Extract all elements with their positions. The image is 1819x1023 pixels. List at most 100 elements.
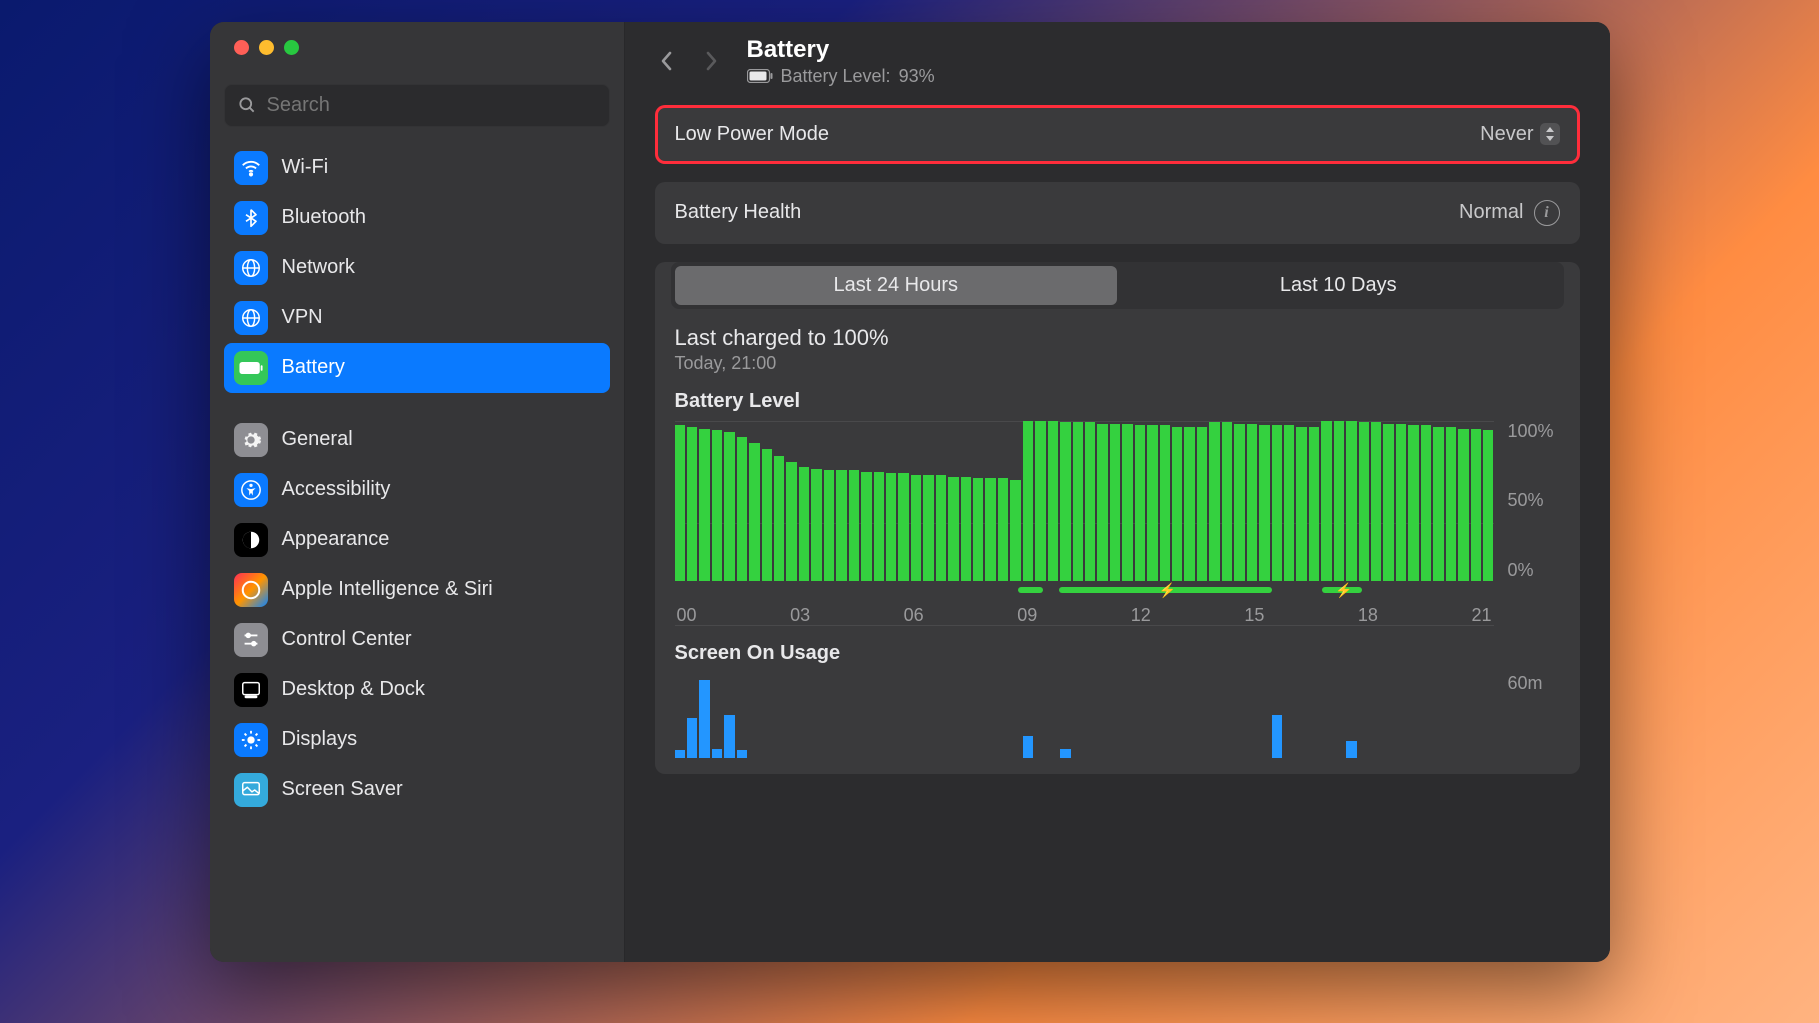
battery-bar xyxy=(1383,424,1393,581)
battery-bar xyxy=(1371,422,1381,580)
battery-bar xyxy=(1446,427,1456,581)
battery-bar xyxy=(936,475,946,581)
sidebar-item-appearance[interactable]: Appearance xyxy=(224,515,610,565)
screen-on-usage-chart: Screen On Usage 60m xyxy=(655,642,1580,774)
battery-bar xyxy=(1421,425,1431,580)
back-button[interactable] xyxy=(653,47,681,75)
sidebar: Wi-Fi Bluetooth NetworkVPN Battery General Ac… xyxy=(210,22,625,962)
minimize-button[interactable] xyxy=(259,40,274,55)
battery-bar xyxy=(1259,425,1269,580)
low-power-mode-panel: Low Power Mode Never xyxy=(655,105,1580,164)
sidebar-item-wi-fi[interactable]: Wi-Fi xyxy=(224,143,610,193)
siri-icon xyxy=(234,573,268,607)
popup-chevron-icon xyxy=(1540,123,1560,145)
battery-bar xyxy=(1010,480,1020,581)
sidebar-item-label: Screen Saver xyxy=(282,778,403,801)
low-power-mode-popup[interactable]: Never xyxy=(1480,123,1559,146)
accessibility-icon xyxy=(234,473,268,507)
battery-bar xyxy=(1110,424,1120,581)
last-charged-line: Last charged to 100% xyxy=(655,309,1580,353)
bluetooth-icon xyxy=(234,201,268,235)
bolt-icon: ⚡ xyxy=(1159,582,1173,599)
segment-last-10-days[interactable]: Last 10 Days xyxy=(1117,266,1560,305)
battery-bar xyxy=(1122,424,1132,581)
battery-bar xyxy=(1408,425,1418,580)
forward-button[interactable] xyxy=(697,47,725,75)
battery-icon xyxy=(234,351,268,385)
battery-bar xyxy=(1035,421,1045,581)
sidebar-item-desktop-dock[interactable]: Desktop & Dock xyxy=(224,665,610,715)
usage-bar xyxy=(675,750,685,757)
dock-icon xyxy=(234,673,268,707)
time-range-segmented: Last 24 Hours Last 10 Days xyxy=(671,262,1564,309)
sidebar-item-label: Apple Intelligence & Siri xyxy=(282,578,493,601)
sidebar-item-label: Bluetooth xyxy=(282,206,367,229)
sidebar-item-battery[interactable]: Battery xyxy=(224,343,610,393)
battery-health-row[interactable]: Battery Health Normal i xyxy=(655,182,1580,244)
battery-bar xyxy=(1284,425,1294,580)
battery-level-bars xyxy=(675,421,1494,581)
screen-on-yaxis: 60m xyxy=(1508,673,1560,758)
battery-bar xyxy=(961,477,971,581)
sidebar-item-label: Battery xyxy=(282,356,345,379)
sidebar-item-bluetooth[interactable]: Bluetooth xyxy=(224,193,610,243)
usage-bar xyxy=(712,749,722,758)
battery-bar xyxy=(1184,427,1194,581)
battery-bar xyxy=(1060,422,1070,580)
battery-bar xyxy=(849,470,859,580)
sidebar-item-network[interactable]: Network xyxy=(224,243,610,293)
battery-bar xyxy=(724,432,734,581)
sidebar-item-label: Displays xyxy=(282,728,358,751)
sidebar-item-displays[interactable]: Displays xyxy=(224,715,610,765)
globe-icon xyxy=(234,251,268,285)
sidebar-item-vpn[interactable]: VPN xyxy=(224,293,610,343)
controlcenter-icon xyxy=(234,623,268,657)
battery-health-panel: Battery Health Normal i xyxy=(655,182,1580,244)
sidebar-item-label: Accessibility xyxy=(282,478,391,501)
battery-bar xyxy=(1085,422,1095,580)
battery-bar xyxy=(1272,425,1282,580)
sidebar-item-accessibility[interactable]: Accessibility xyxy=(224,465,610,515)
battery-bar xyxy=(1396,424,1406,581)
usage-bar xyxy=(737,750,747,757)
battery-bar xyxy=(1247,424,1257,581)
battery-bar xyxy=(712,430,722,580)
close-button[interactable] xyxy=(234,40,249,55)
battery-bar xyxy=(687,427,697,581)
battery-bar xyxy=(1483,430,1493,580)
ytick: 50% xyxy=(1508,490,1560,511)
battery-bar xyxy=(811,469,821,581)
window-controls xyxy=(210,22,624,66)
battery-bar xyxy=(1160,425,1170,580)
sidebar-item-label: Appearance xyxy=(282,528,390,551)
battery-bar xyxy=(1321,421,1331,581)
chart-title-screen-on: Screen On Usage xyxy=(675,642,1560,665)
sidebar-item-apple-intelligence-siri[interactable]: Apple Intelligence & Siri xyxy=(224,565,610,615)
search-input[interactable] xyxy=(267,94,597,117)
vpn-icon xyxy=(234,301,268,335)
info-icon[interactable]: i xyxy=(1534,200,1560,226)
sidebar-item-screen-saver[interactable]: Screen Saver xyxy=(224,765,610,815)
sidebar-item-control-center[interactable]: Control Center xyxy=(224,615,610,665)
battery-bar xyxy=(998,478,1008,580)
sidebar-item-label: Desktop & Dock xyxy=(282,678,425,701)
battery-bar xyxy=(1458,429,1468,581)
ytick: 100% xyxy=(1508,421,1560,442)
battery-bar xyxy=(886,473,896,580)
chart-title-battery-level: Battery Level xyxy=(675,390,1560,413)
fullscreen-button[interactable] xyxy=(284,40,299,55)
usage-bar xyxy=(687,718,697,758)
battery-bar xyxy=(1309,427,1319,581)
battery-bar xyxy=(1359,422,1369,580)
sidebar-item-general[interactable]: General xyxy=(224,415,610,465)
battery-bar xyxy=(799,467,809,581)
low-power-mode-row[interactable]: Low Power Mode Never xyxy=(655,105,1580,164)
battery-bar xyxy=(836,470,846,580)
battery-bar xyxy=(1296,427,1306,581)
battery-bar xyxy=(973,478,983,580)
battery-bar xyxy=(1433,427,1443,581)
segment-last-24-hours[interactable]: Last 24 Hours xyxy=(675,266,1118,305)
battery-bar xyxy=(786,462,796,580)
search-field[interactable] xyxy=(224,84,610,127)
charging-segment xyxy=(1018,587,1043,593)
